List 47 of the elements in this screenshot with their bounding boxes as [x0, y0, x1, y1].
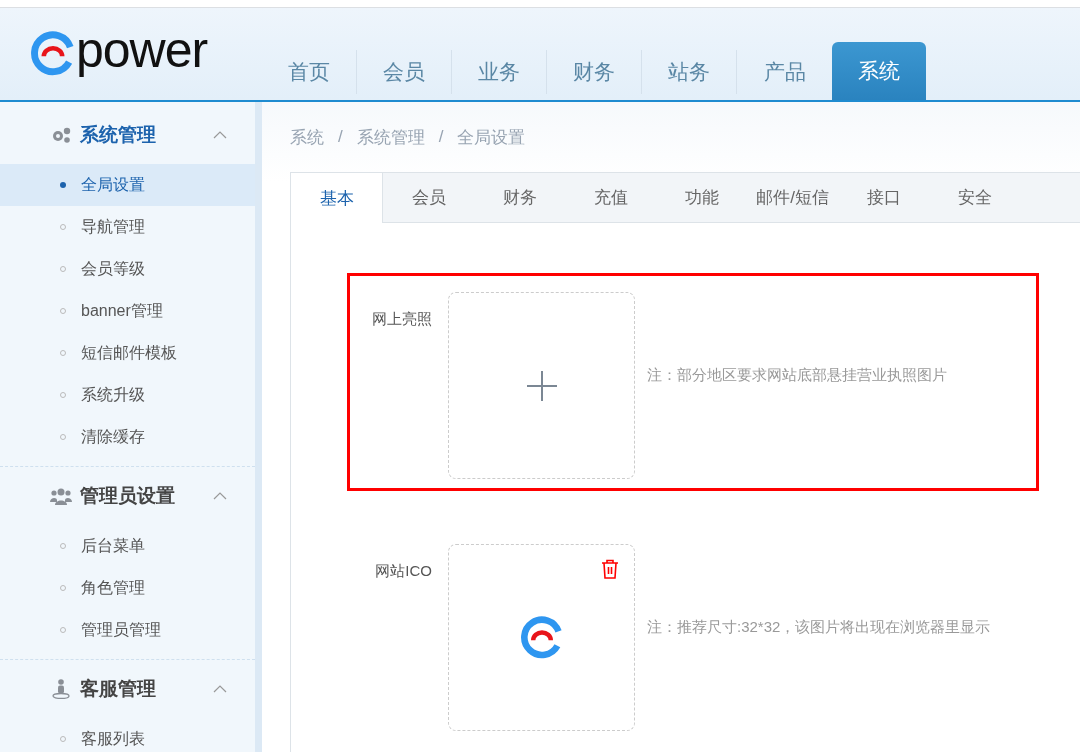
sidebar-item[interactable]: 会员等级 — [0, 248, 255, 290]
breadcrumb-separator: / — [438, 127, 444, 147]
field-label: 网上亮照 — [371, 310, 433, 329]
gears-icon — [50, 126, 72, 144]
sidebar-item[interactable]: 短信邮件模板 — [0, 332, 255, 374]
sidebar-group-title[interactable]: 系统管理 — [80, 122, 205, 148]
nav-tab[interactable]: 首页 — [262, 50, 357, 94]
sidebar-item[interactable]: 导航管理 — [0, 206, 255, 248]
nav-tab[interactable]: 财务 — [547, 50, 642, 94]
field-label: 网站ICO — [374, 562, 433, 581]
nav-tab[interactable]: 会员 — [357, 50, 452, 94]
logo-icon — [30, 31, 76, 77]
logo-icon — [519, 615, 564, 660]
sidebar-group-title[interactable]: 管理员设置 — [80, 483, 205, 509]
sidebar-item[interactable]: 角色管理 — [0, 567, 255, 609]
sidebar-item[interactable]: 管理员管理 — [0, 609, 255, 651]
settings-tab[interactable]: 接口 — [838, 173, 929, 222]
person-pin-icon — [50, 679, 72, 699]
users-icon — [50, 487, 72, 505]
sidebar-item[interactable]: 全局设置 — [0, 164, 255, 206]
settings-tab[interactable]: 财务 — [474, 173, 565, 222]
settings-tab[interactable]: 邮件/短信 — [747, 173, 838, 222]
sidebar-group-title[interactable]: 客服管理 — [80, 676, 205, 702]
delete-icon[interactable] — [601, 559, 619, 579]
field-note: 注：推荐尺寸:32*32，该图片将出现在浏览器里显示 — [647, 617, 991, 637]
field-note: 注：部分地区要求网站底部悬挂营业执照图片 — [647, 365, 947, 385]
chevron-icon[interactable] — [213, 685, 227, 693]
settings-tab[interactable]: 安全 — [929, 173, 1020, 222]
sidebar-item[interactable]: 后台菜单 — [0, 525, 255, 567]
sidebar-item[interactable]: 系统升级 — [0, 374, 255, 416]
sidebar-item[interactable]: 客服列表 — [0, 718, 255, 752]
nav-tab[interactable]: 系统 — [832, 42, 926, 100]
nav-tab[interactable]: 产品 — [737, 50, 832, 94]
breadcrumb-separator: / — [338, 127, 343, 147]
settings-tab[interactable]: 会员 — [383, 173, 474, 222]
sidebar-item[interactable]: 清除缓存 — [0, 416, 255, 458]
chevron-icon[interactable] — [213, 131, 227, 139]
sidebar-item[interactable]: banner管理 — [0, 290, 255, 332]
plus-icon[interactable] — [525, 369, 558, 402]
settings-tab[interactable]: 基本 — [291, 173, 383, 223]
image-upload[interactable] — [448, 544, 635, 731]
settings-tab[interactable]: 功能 — [656, 173, 747, 222]
nav-tab[interactable]: 业务 — [452, 50, 547, 94]
logo-text: power — [76, 25, 208, 75]
settings-tab[interactable]: 充值 — [565, 173, 656, 222]
nav-tab[interactable]: 站务 — [642, 50, 737, 94]
chevron-icon[interactable] — [213, 492, 227, 500]
